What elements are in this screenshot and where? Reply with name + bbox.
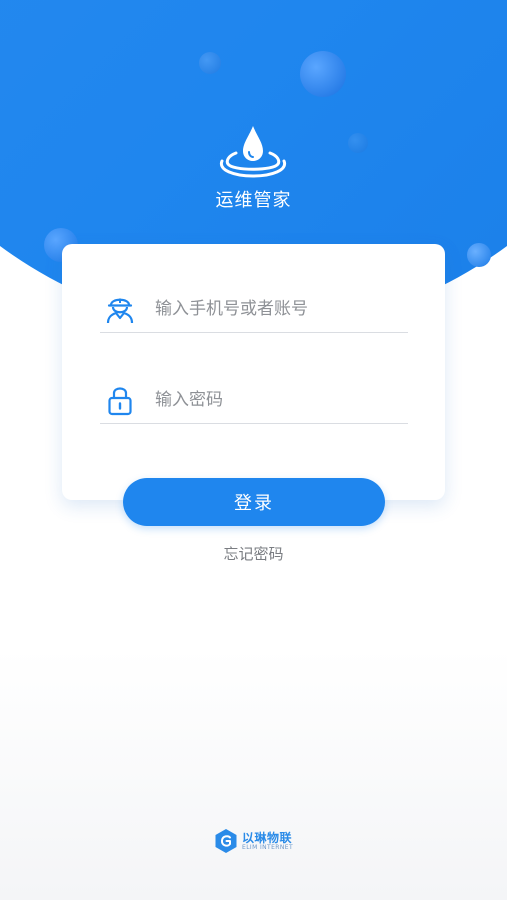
lock-icon xyxy=(108,387,132,416)
decorative-bubble xyxy=(467,243,491,267)
decorative-bubble xyxy=(199,52,221,74)
login-button[interactable]: 登录 xyxy=(123,478,385,526)
account-field xyxy=(100,289,408,333)
brand-subtitle: ELIM INTERNET xyxy=(242,844,294,851)
account-input[interactable] xyxy=(155,295,405,323)
footer-brand: 以琳物联 ELIM INTERNET xyxy=(214,828,304,854)
worker-helmet-icon xyxy=(106,298,134,324)
forgot-password-link[interactable]: 忘记密码 xyxy=(0,543,507,564)
password-input[interactable] xyxy=(155,386,405,414)
password-field xyxy=(100,380,408,424)
login-screen: 运维管家 登录 忘记密码 以琳物联 xyxy=(0,0,507,900)
decorative-bubble xyxy=(300,51,346,97)
app-title: 运维管家 xyxy=(215,190,292,211)
water-drop-icon xyxy=(219,126,287,178)
decorative-bubble xyxy=(348,133,368,153)
login-card xyxy=(62,244,445,500)
brand-logo-icon xyxy=(215,829,237,853)
